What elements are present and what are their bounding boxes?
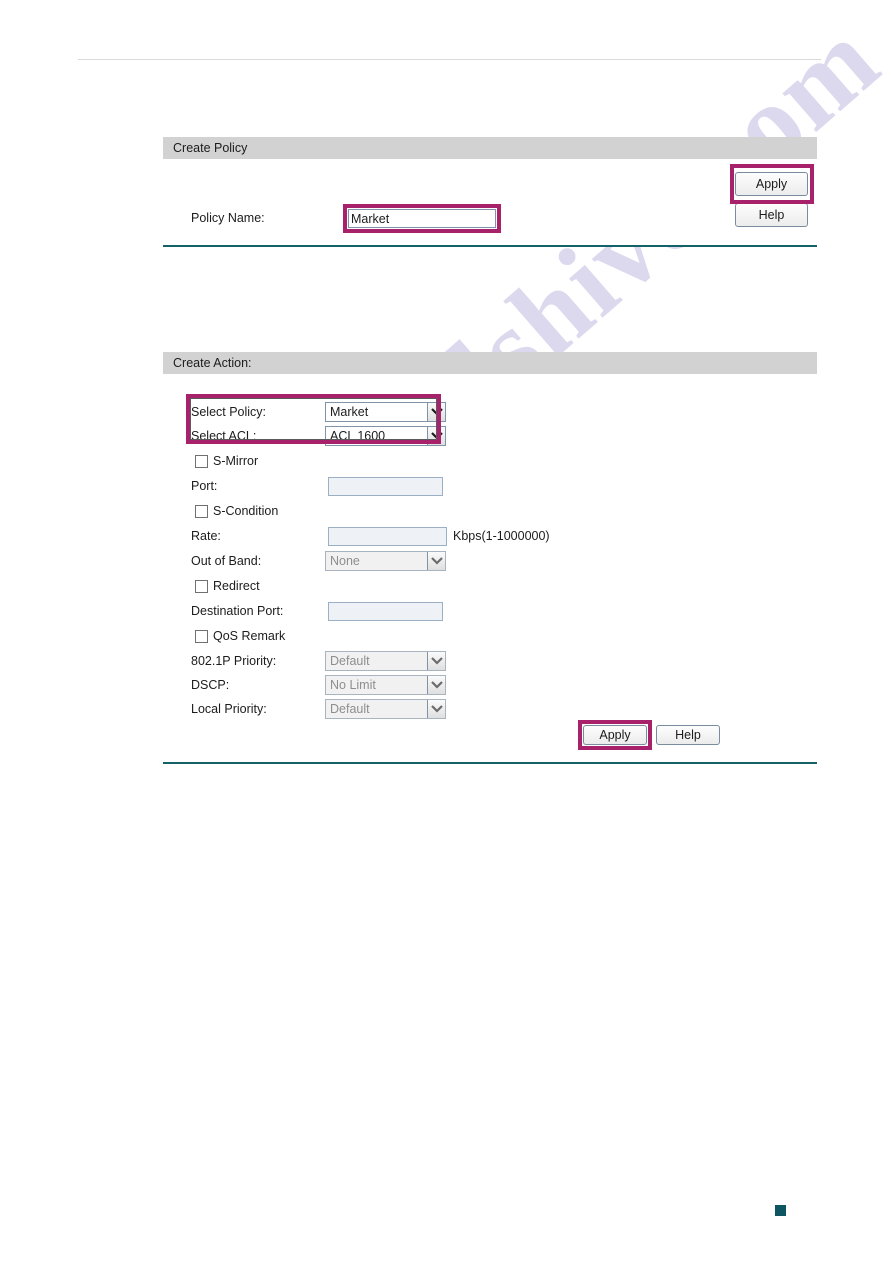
out-of-band-value: None xyxy=(330,554,360,568)
action-apply-button[interactable]: Apply xyxy=(583,725,647,745)
dscp-dropdown[interactable]: No Limit xyxy=(325,675,446,695)
row-s-condition: S-Condition xyxy=(163,499,817,524)
page-bottom-marker xyxy=(775,1205,786,1216)
policy-name-input[interactable] xyxy=(348,209,496,228)
select-policy-acl-highlight-box xyxy=(186,394,441,444)
dscp-label: DSCP: xyxy=(191,678,230,692)
page-top-rule xyxy=(78,59,821,60)
s-mirror-label: S-Mirror xyxy=(213,454,259,468)
row-qos-remark: QoS Remark xyxy=(163,624,817,649)
rate-unit-label: Kbps(1-1000000) xyxy=(453,529,550,543)
8021p-priority-label: 802.1P Priority: xyxy=(191,654,277,668)
port-input[interactable] xyxy=(328,477,443,496)
row-s-mirror: S-Mirror xyxy=(163,449,817,474)
policy-apply-button[interactable]: Apply xyxy=(735,172,808,196)
dscp-value: No Limit xyxy=(330,678,376,692)
redirect-checkbox[interactable] xyxy=(195,580,208,593)
port-label: Port: xyxy=(191,479,218,493)
row-destination-port: Destination Port: xyxy=(163,599,817,624)
create-action-panel: Create Action: Select Policy: Market Sel… xyxy=(163,352,817,764)
row-rate: Rate: Kbps(1-1000000) xyxy=(163,524,817,549)
s-mirror-checkbox[interactable] xyxy=(195,455,208,468)
chevron-down-icon xyxy=(427,552,445,570)
rate-label: Rate: xyxy=(191,529,221,543)
action-help-button[interactable]: Help xyxy=(656,725,720,745)
create-policy-divider xyxy=(163,245,817,247)
policy-name-label: Policy Name: xyxy=(191,211,265,225)
row-port: Port: xyxy=(163,474,817,499)
row-out-of-band: Out of Band: None xyxy=(163,549,817,574)
create-action-body: Select Policy: Market Select ACL: ACL 16… xyxy=(163,374,817,762)
local-priority-value: Default xyxy=(330,702,370,716)
row-local-priority: Local Priority: Default xyxy=(163,697,817,722)
8021p-priority-value: Default xyxy=(330,654,370,668)
out-of-band-label: Out of Band: xyxy=(191,554,262,568)
row-redirect: Redirect xyxy=(163,574,817,599)
create-policy-header: Create Policy xyxy=(163,137,817,159)
policy-help-button[interactable]: Help xyxy=(735,203,808,227)
create-action-divider xyxy=(163,762,817,764)
chevron-down-icon xyxy=(427,652,445,670)
chevron-down-icon xyxy=(427,700,445,718)
qos-remark-label: QoS Remark xyxy=(213,629,286,643)
destination-port-label: Destination Port: xyxy=(191,604,284,618)
local-priority-label: Local Priority: xyxy=(191,702,267,716)
s-condition-checkbox[interactable] xyxy=(195,505,208,518)
chevron-down-icon xyxy=(427,676,445,694)
destination-port-input[interactable] xyxy=(328,602,443,621)
qos-remark-checkbox[interactable] xyxy=(195,630,208,643)
create-policy-body: Policy Name: xyxy=(163,159,817,245)
rate-input[interactable] xyxy=(328,527,447,546)
local-priority-dropdown[interactable]: Default xyxy=(325,699,446,719)
create-policy-panel: Create Policy Policy Name: xyxy=(163,137,817,247)
8021p-priority-dropdown[interactable]: Default xyxy=(325,651,446,671)
s-condition-label: S-Condition xyxy=(213,504,279,518)
redirect-label: Redirect xyxy=(213,579,260,593)
create-action-header: Create Action: xyxy=(163,352,817,374)
out-of-band-dropdown[interactable]: None xyxy=(325,551,446,571)
row-8021p-priority: 802.1P Priority: Default xyxy=(163,649,817,674)
row-dscp: DSCP: No Limit xyxy=(163,673,817,698)
